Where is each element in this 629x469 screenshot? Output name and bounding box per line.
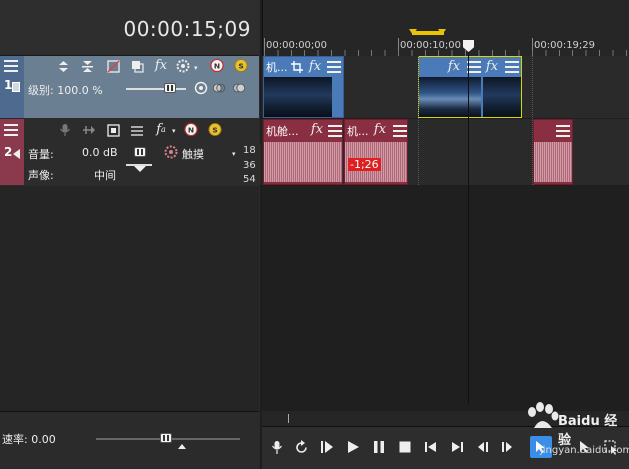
audio-track-type-icon xyxy=(13,149,20,159)
timeline-horizontal-scrollbar[interactable] xyxy=(262,411,629,426)
audio-fx-dropdown-icon[interactable]: ▾ xyxy=(172,127,176,135)
audio-clip-1-title: 机舱... xyxy=(266,125,299,138)
timecode-display[interactable]: 00:00:15;09 xyxy=(123,17,251,41)
crop-icon[interactable] xyxy=(290,60,304,74)
audio-clip-2-menu-icon[interactable] xyxy=(393,125,407,137)
collapse-track-icon[interactable] xyxy=(56,59,70,73)
play-icon[interactable] xyxy=(344,438,362,456)
track-fx-icon[interactable]: fx xyxy=(154,58,168,73)
timecode-display-box: 00:00:15;09 xyxy=(0,0,259,56)
video-clip-1[interactable]: 机... fx xyxy=(263,56,344,118)
video-track-menu-icon[interactable] xyxy=(4,60,18,72)
svg-text:S: S xyxy=(238,61,243,70)
next-frame-icon[interactable] xyxy=(498,438,516,456)
clip-fx-icon[interactable]: fx xyxy=(308,59,322,74)
svg-text:S: S xyxy=(212,125,217,134)
meter-label-18: 18 xyxy=(243,145,256,156)
rate-center-marker-icon xyxy=(178,444,186,449)
audio-track-fx-icon[interactable]: fa xyxy=(154,122,168,137)
meter-label-36: 36 xyxy=(243,160,256,171)
automation-mode-icon[interactable] xyxy=(164,145,178,159)
pan-label: 声像: xyxy=(28,169,54,182)
rate-label: 速率: 0.00 xyxy=(2,433,56,446)
playback-rate-area: 速率: 0.00 xyxy=(0,411,259,469)
video-track-type-icon xyxy=(12,82,20,92)
rate-slider-knob[interactable] xyxy=(160,433,172,443)
arm-for-record-icon[interactable] xyxy=(58,123,72,137)
scrollbar-thumb[interactable] xyxy=(288,414,289,423)
record-icon[interactable] xyxy=(268,438,286,456)
empty-track-header-area xyxy=(0,186,259,411)
envelope-tool-icon[interactable] xyxy=(576,438,594,456)
loop-playback-icon[interactable] xyxy=(292,438,310,456)
pause-icon[interactable] xyxy=(370,438,388,456)
video-clip-1-title: 机... xyxy=(266,61,288,74)
audio-mute-track-icon[interactable]: N xyxy=(184,122,198,136)
input-monitor-icon[interactable] xyxy=(106,123,120,137)
video-level-slider-knob[interactable] xyxy=(164,83,176,93)
generate-media-dropdown-icon[interactable]: ▾ xyxy=(194,64,198,72)
svg-text:N: N xyxy=(188,125,194,134)
generate-media-icon[interactable] xyxy=(176,59,190,73)
selection-edit-tool-icon[interactable] xyxy=(602,438,620,456)
video-clip-3-thumbnail xyxy=(483,77,521,117)
audio-clip-3-waveform xyxy=(534,142,572,182)
compositing-mode-icon[interactable] xyxy=(130,59,144,73)
expand-track-icon[interactable] xyxy=(80,59,94,73)
volume-slider-knob[interactable] xyxy=(134,147,146,157)
volume-value: 0.0 dB xyxy=(82,146,118,159)
audio-clip-1[interactable]: 机舱... fx xyxy=(263,119,343,185)
clip-offset-badge: -1;26 xyxy=(348,158,381,171)
solo-track-icon[interactable]: S xyxy=(234,58,248,72)
automation-mode-dropdown-icon[interactable]: ▾ xyxy=(232,150,236,158)
clip-fx-icon[interactable]: fx xyxy=(373,122,387,137)
go-to-start-icon[interactable] xyxy=(422,438,440,456)
audio-clip-3[interactable] xyxy=(533,119,573,185)
bypass-motion-blur-icon[interactable] xyxy=(106,59,120,73)
empty-timeline-area[interactable] xyxy=(262,186,629,411)
audio-track-menu-icon[interactable] xyxy=(4,124,18,136)
audio-solo-track-icon[interactable]: S xyxy=(208,122,222,136)
clip-fx-icon[interactable]: fx xyxy=(447,59,461,74)
video-clip-2-menu-icon[interactable] xyxy=(467,61,481,73)
play-from-start-icon[interactable] xyxy=(318,438,336,456)
audio-clip-1-waveform xyxy=(264,142,342,182)
audio-clip-2[interactable]: 机... fx -1;26 xyxy=(344,119,408,185)
transport-bar xyxy=(262,426,629,469)
loop-end-marker-icon[interactable] xyxy=(438,29,446,35)
stop-icon[interactable] xyxy=(396,438,414,456)
input-routing-icon[interactable] xyxy=(82,123,96,137)
loop-start-marker-icon[interactable] xyxy=(409,29,417,35)
video-clip-2-thumbnail xyxy=(419,77,481,117)
go-to-end-icon[interactable] xyxy=(448,438,466,456)
composite-child-icon[interactable] xyxy=(212,81,226,95)
normal-edit-tool-icon[interactable] xyxy=(530,436,552,458)
audio-clip-2-title: 机... xyxy=(347,125,369,138)
automation-mode-value[interactable]: 触摸 xyxy=(182,146,204,162)
video-clip-2[interactable]: fx fx xyxy=(418,56,522,118)
video-clip-3-menu-icon[interactable] xyxy=(505,61,519,73)
video-level-slider-track[interactable] xyxy=(126,88,186,90)
video-level-label: 级别: 100.0 % xyxy=(28,84,103,97)
pan-value: 中间 xyxy=(94,169,116,182)
make-compositing-child-icon[interactable] xyxy=(232,81,246,95)
video-clip-1-menu-icon[interactable] xyxy=(327,61,341,73)
mute-track-icon[interactable]: N xyxy=(210,58,224,72)
meter-label-54: 54 xyxy=(243,174,256,185)
composite-parent-icon[interactable] xyxy=(194,81,208,95)
audio-eq-icon[interactable] xyxy=(130,123,144,137)
playhead-cursor-line[interactable] xyxy=(468,44,469,404)
previous-frame-icon[interactable] xyxy=(474,438,492,456)
video-clip-1-thumbnail xyxy=(264,77,332,117)
audio-clip-1-menu-icon[interactable] xyxy=(328,125,342,137)
pan-slider-knob[interactable] xyxy=(134,166,146,172)
volume-label: 音量: xyxy=(28,148,54,161)
audio-track-number: 2 xyxy=(4,145,13,159)
clip-fx-icon[interactable]: fx xyxy=(310,122,324,137)
audio-clip-3-menu-icon[interactable] xyxy=(556,125,570,137)
svg-text:N: N xyxy=(214,61,220,70)
clip-fx-icon[interactable]: fx xyxy=(485,59,499,74)
